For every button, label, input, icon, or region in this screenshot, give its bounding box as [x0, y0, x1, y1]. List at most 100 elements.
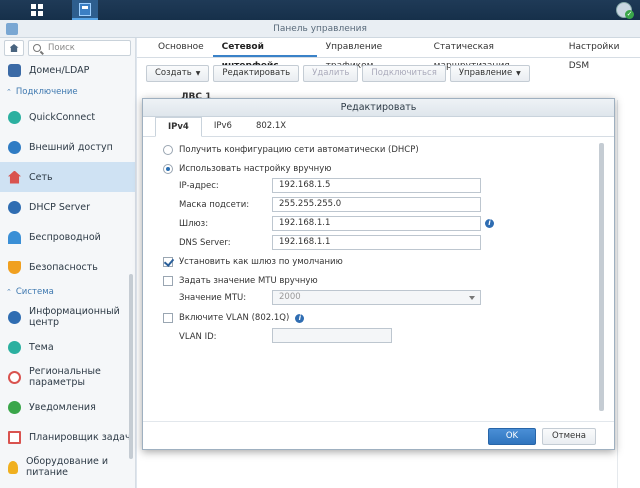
sidebar-item-label: Безопасность [29, 261, 98, 273]
ip-address-field[interactable]: 192.168.1.5 [272, 178, 481, 193]
tab-general[interactable]: Основное [149, 38, 213, 57]
sidebar-item-security[interactable]: Безопасность [0, 252, 135, 282]
sidebar-item-notifications[interactable]: Уведомления [0, 392, 135, 422]
chevron-up-icon: ⌃ [6, 88, 12, 96]
tab-ipv6[interactable]: IPv6 [202, 117, 244, 136]
section-system[interactable]: ⌃ Система [0, 282, 135, 302]
sidebar-item-regional[interactable]: Региональные параметры [0, 362, 135, 392]
subnet-mask-field[interactable]: 255.255.255.0 [272, 197, 481, 212]
section-label: Система [15, 287, 54, 297]
tab-static-route[interactable]: Статическая маршрутизация [425, 38, 560, 71]
network-home-icon [8, 170, 21, 184]
mtu-manual-checkbox[interactable] [163, 276, 173, 286]
background-list-edge [617, 100, 640, 488]
user-status-button[interactable]: ✓ [616, 2, 634, 19]
sidebar-item-ldap[interactable]: Домен/LDAP [0, 58, 135, 82]
sidebar-item-info-center[interactable]: Информационный центр [0, 302, 135, 332]
gateway-field[interactable]: 192.168.1.1 [272, 216, 481, 231]
sidebar-item-quickconnect[interactable]: QuickConnect [0, 102, 135, 132]
bulb-icon [8, 460, 18, 474]
tab-dsm-settings[interactable]: Настройки DSM [560, 38, 640, 71]
sidebar-item-label: Планировщик задач [29, 431, 131, 443]
dialog-tabs: IPv4 IPv6 802.1X [143, 117, 614, 137]
main-tabs: Основное Сетевой интерфейс Управление тр… [137, 38, 640, 71]
dhcp-icon [8, 200, 21, 214]
dhcp-option-label: Получить конфигурацию сети автоматически… [179, 145, 419, 155]
default-gateway-checkbox[interactable] [163, 257, 173, 267]
dhcp-radio[interactable] [163, 145, 173, 155]
mtu-label: Значение MTU: [179, 293, 247, 303]
sidebar-item-label: Сеть [29, 171, 53, 183]
sidebar-scrollbar[interactable] [129, 274, 133, 459]
sidebar-item-label: Беспроводной [29, 231, 101, 243]
grid-menu-icon [31, 4, 43, 16]
caret-down-icon: ▼ [195, 69, 201, 77]
sidebar-item-label: DHCP Server [29, 201, 90, 213]
tab-traffic-control[interactable]: Управление трафиком [317, 38, 425, 71]
home-icon [9, 44, 19, 52]
vlan-id-field[interactable] [272, 328, 392, 343]
manage-button[interactable]: Управление ▼ [449, 64, 530, 82]
dhcp-option[interactable]: Получить конфигурацию сети автоматически… [163, 143, 419, 157]
sidebar-item-label: Домен/LDAP [29, 64, 90, 76]
manual-radio[interactable] [163, 164, 173, 174]
sidebar-item-theme[interactable]: Тема [0, 332, 135, 362]
connect-label: Подключиться [371, 68, 437, 78]
tab-network-interface[interactable]: Сетевой интерфейс [212, 38, 317, 71]
manage-label: Управление [458, 68, 513, 78]
search-input[interactable]: Поиск [28, 40, 131, 56]
main-menu-button[interactable] [24, 0, 50, 20]
gateway-label: Шлюз: [179, 219, 209, 229]
ldap-icon [8, 63, 21, 77]
mask-label: Маска подсети: [179, 200, 250, 210]
sidebar-item-dhcp[interactable]: DHCP Server [0, 192, 135, 222]
mtu-manual-label: Задать значение MTU вручную [179, 276, 318, 286]
home-button[interactable] [4, 40, 24, 56]
section-label: Подключение [15, 87, 78, 97]
gateway-info-icon[interactable]: i [485, 219, 494, 228]
chat-bubble-icon [8, 400, 21, 414]
ok-button[interactable]: OK [488, 428, 536, 445]
status-check-icon: ✓ [625, 10, 634, 19]
window-title-bar: Панель управления [0, 20, 640, 38]
caret-down-icon: ▼ [516, 69, 521, 77]
control-panel-icon [79, 2, 91, 16]
sidebar-item-task-scheduler[interactable]: Планировщик задач [0, 422, 135, 452]
vlan-id-label: VLAN ID: [179, 332, 217, 342]
vlan-info-icon[interactable]: i [295, 313, 305, 323]
sidebar-item-label: Тема [29, 341, 54, 353]
vlan-option[interactable]: Включите VLAN (802.1Q) i [163, 311, 305, 325]
tab-8021x[interactable]: 802.1X [244, 117, 298, 136]
dialog-body: Получить конфигурацию сети автоматически… [143, 139, 616, 409]
sidebar-item-network[interactable]: Сеть [0, 162, 135, 192]
sidebar-item-wireless[interactable]: Беспроводной [0, 222, 135, 252]
default-gateway-option[interactable]: Установить как шлюз по умолчанию [163, 255, 343, 269]
sidebar-item-hardware-power[interactable]: Оборудование и питание [0, 452, 135, 482]
create-button[interactable]: Создать ▼ [146, 64, 210, 82]
vlan-checkbox[interactable] [163, 313, 173, 323]
tab-ipv4[interactable]: IPv4 [155, 117, 202, 137]
palette-icon [8, 340, 21, 354]
mtu-manual-option[interactable]: Задать значение MTU вручную [163, 274, 318, 288]
section-connection[interactable]: ⌃ Подключение [0, 82, 135, 102]
edit-label: Редактировать [222, 68, 291, 78]
sidebar-item-external-access[interactable]: Внешний доступ [0, 132, 135, 162]
manual-option[interactable]: Использовать настройку вручную [163, 162, 331, 176]
edit-button[interactable]: Редактировать [213, 64, 300, 82]
dialog-title: Редактировать [143, 99, 614, 117]
delete-button[interactable]: Удалить [303, 64, 359, 82]
connect-button[interactable]: Подключиться [362, 64, 446, 82]
search-icon [33, 44, 41, 52]
search-placeholder: Поиск [48, 43, 75, 53]
mtu-select[interactable]: 2000 [272, 290, 481, 305]
globe-icon [8, 140, 21, 154]
cancel-button[interactable]: Отмена [542, 428, 596, 445]
sidebar-item-label: Уведомления [29, 401, 96, 413]
dns-server-field[interactable]: 192.168.1.1 [272, 235, 481, 250]
dialog-scrollbar[interactable] [599, 143, 604, 411]
manual-option-label: Использовать настройку вручную [179, 164, 332, 174]
control-panel-taskbar-button[interactable] [72, 0, 98, 20]
quickconnect-icon [8, 110, 21, 124]
delete-label: Удалить [312, 68, 350, 78]
calendar-icon [8, 430, 21, 444]
